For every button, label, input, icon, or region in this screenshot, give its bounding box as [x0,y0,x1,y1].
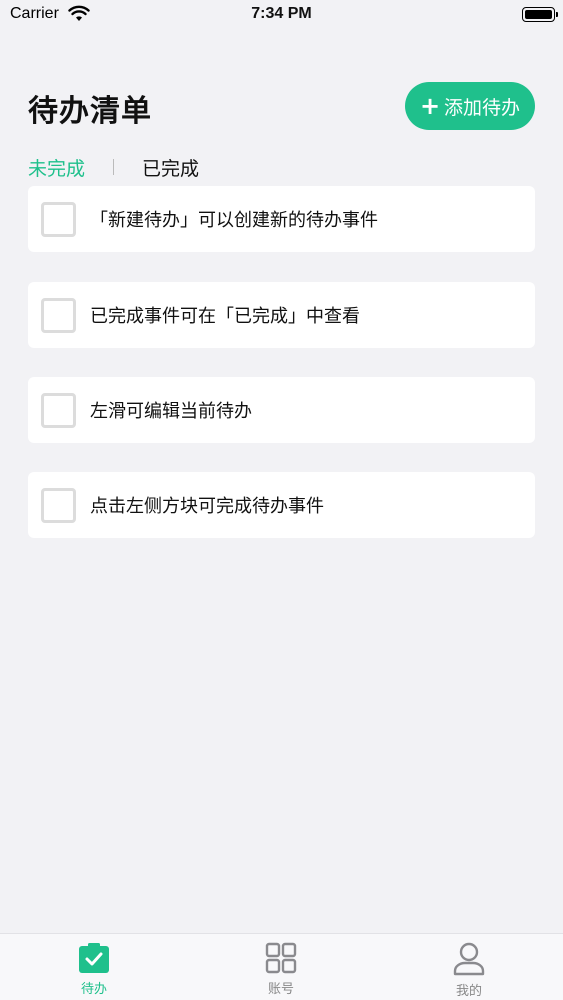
tabbar-item-account[interactable]: 账号 [231,942,331,997]
todo-item[interactable]: 左滑可编辑当前待办 [28,377,535,443]
clock: 7:34 PM [251,5,312,22]
header: 待办清单 + 添加待办 [0,80,563,132]
tabbar-label-account: 账号 [267,982,294,997]
todo-checkbox[interactable] [41,297,76,333]
add-todo-button[interactable]: + 添加待办 [405,82,535,130]
todo-text: 左滑可编辑当前待办 [90,401,252,422]
person-icon [453,942,485,976]
tabbar-label-todo: 待办 [80,982,107,997]
todo-checkbox[interactable] [41,392,76,428]
tab-divider [113,159,115,175]
status-bar: Carrier 7:34 PM [0,0,563,30]
tabbar-label-mine: 我的 [455,984,482,999]
grid-icon [265,942,297,974]
todo-checkbox[interactable] [41,487,76,523]
page-title: 待办清单 [28,94,152,129]
battery-icon [522,7,558,22]
add-todo-label: 添加待办 [444,96,521,119]
todo-text: 「新建待办」可以创建新的待办事件 [90,210,378,231]
todo-item[interactable]: 已完成事件可在「已完成」中查看 [28,282,535,348]
todo-text: 已完成事件可在「已完成」中查看 [90,306,360,327]
status-tabs: 未完成 已完成 [28,152,199,182]
todo-checkbox[interactable] [41,201,76,237]
todo-item[interactable]: 「新建待办」可以创建新的待办事件 [28,186,535,252]
plus-icon: + [419,92,441,120]
bottom-tab-bar: 待办 账号 我的 [0,933,563,1000]
tab-completed[interactable]: 已完成 [142,154,199,181]
tabbar-item-mine[interactable]: 我的 [419,942,519,999]
todo-text: 点击左侧方块可完成待办事件 [90,496,324,517]
tab-incomplete[interactable]: 未完成 [28,154,85,181]
todo-item[interactable]: 点击左侧方块可完成待办事件 [28,472,535,538]
tabbar-item-todo[interactable]: 待办 [44,942,144,997]
todo-check-icon [79,943,109,973]
